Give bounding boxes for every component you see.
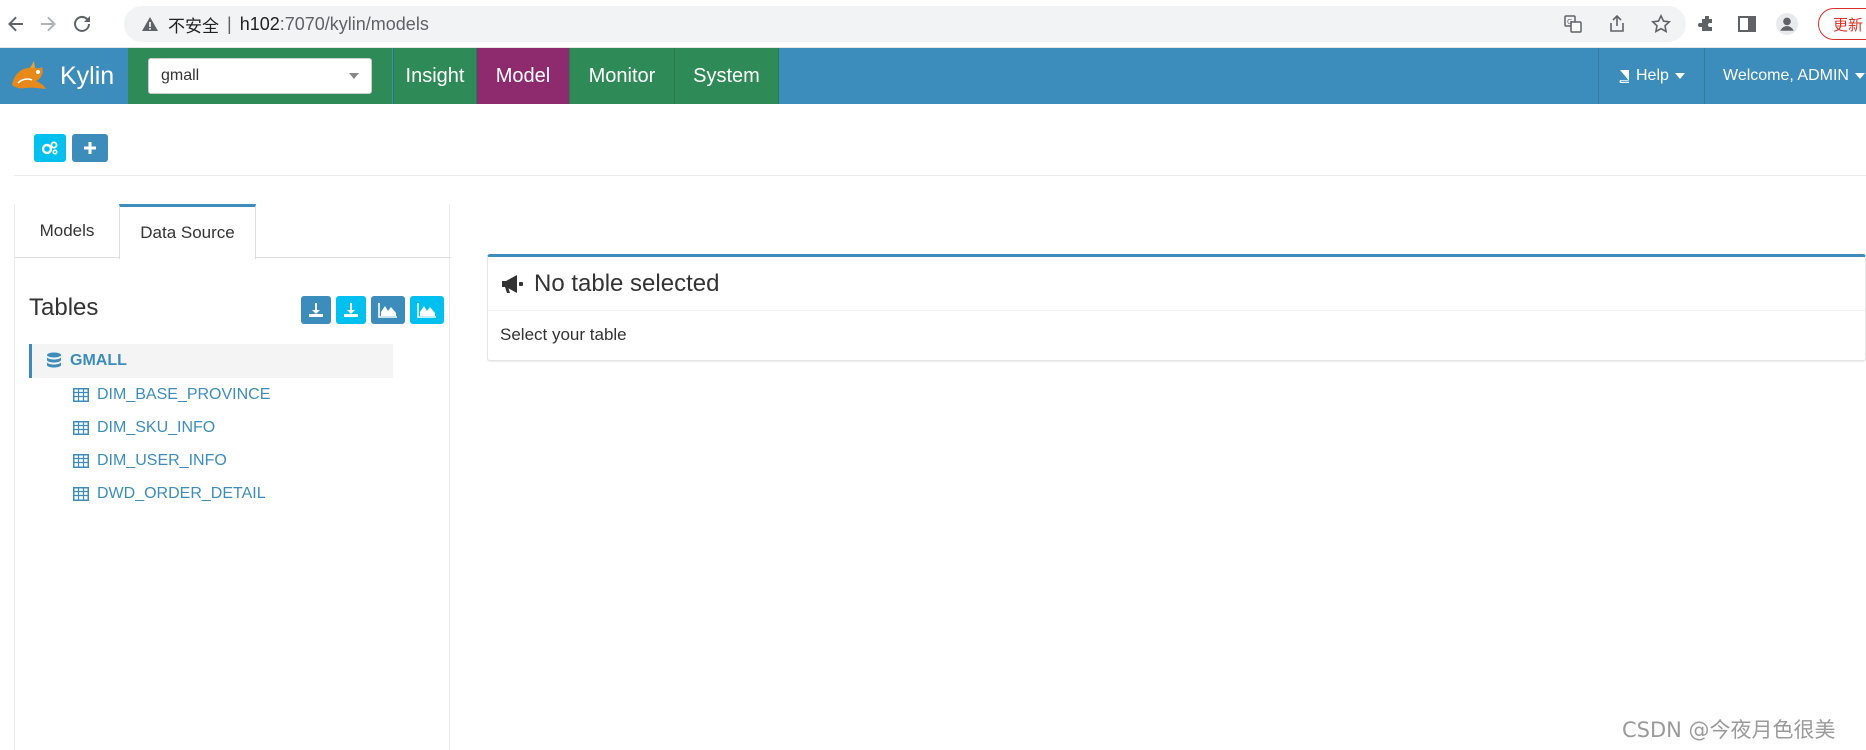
welcome-label: Welcome, ADMIN bbox=[1723, 67, 1849, 84]
table-icon bbox=[73, 486, 89, 501]
add-button[interactable] bbox=[72, 134, 108, 162]
tab-data-source[interactable]: Data Source bbox=[119, 204, 256, 259]
menu-model[interactable]: Model bbox=[476, 48, 569, 104]
translate-icon[interactable]: G bbox=[1562, 13, 1584, 35]
gears-icon bbox=[41, 141, 58, 155]
warning-icon[interactable] bbox=[140, 14, 160, 34]
bookmark-star-icon[interactable] bbox=[1650, 13, 1672, 35]
share-icon[interactable] bbox=[1606, 13, 1628, 35]
download-icon bbox=[309, 303, 323, 317]
table-icon bbox=[73, 420, 89, 435]
info-title: No table selected bbox=[534, 269, 720, 297]
table-icon bbox=[73, 453, 89, 468]
info-header: No table selected bbox=[488, 257, 1865, 311]
table-name: DIM_SKU_INFO bbox=[97, 418, 216, 436]
chevron-down-icon bbox=[1674, 73, 1685, 79]
brand[interactable]: Kylin bbox=[0, 48, 128, 104]
project-select[interactable]: gmall bbox=[148, 58, 372, 94]
side-panel-icon[interactable] bbox=[1736, 13, 1758, 35]
project-select-value: gmall bbox=[161, 67, 200, 84]
profile-avatar-icon[interactable] bbox=[1776, 13, 1798, 35]
watermark: CSDN @今夜月色很美 bbox=[1622, 718, 1836, 742]
table-row[interactable]: DIM_BASE_PROVINCE bbox=[29, 378, 393, 411]
browser-toolbar: 不安全 | h102:7070/kylin/models G 更新 bbox=[0, 0, 1866, 48]
table-name: DIM_USER_INFO bbox=[97, 451, 227, 469]
url-separator: | bbox=[227, 13, 232, 34]
extensions-icon[interactable] bbox=[1696, 13, 1718, 35]
info-body: Select your table bbox=[500, 325, 627, 344]
help-label: Help bbox=[1636, 67, 1669, 84]
database-name: GMALL bbox=[70, 352, 127, 369]
project-area: gmall bbox=[128, 48, 392, 104]
manage-button[interactable] bbox=[34, 134, 66, 162]
area-chart-icon bbox=[378, 303, 397, 318]
table-icon bbox=[73, 387, 89, 402]
update-button[interactable]: 更新 bbox=[1818, 8, 1866, 40]
table-name: DIM_BASE_PROVINCE bbox=[97, 385, 271, 403]
table-name: DWD_ORDER_DETAIL bbox=[97, 484, 266, 502]
database-node[interactable]: GMALL bbox=[29, 344, 393, 378]
menu-monitor[interactable]: Monitor bbox=[569, 48, 674, 104]
area-chart-icon bbox=[417, 303, 436, 318]
download-icon bbox=[344, 303, 358, 317]
insecure-label: 不安全 bbox=[168, 16, 219, 37]
forward-icon[interactable] bbox=[34, 10, 62, 38]
load-table-button[interactable] bbox=[301, 296, 331, 324]
chevron-down-icon bbox=[1854, 73, 1865, 79]
load-kafka-button[interactable] bbox=[410, 296, 444, 324]
kylin-logo-icon bbox=[12, 61, 46, 89]
top-navbar: Kylin gmall Insight Model Monitor System… bbox=[0, 48, 1866, 104]
tab-models[interactable]: Models bbox=[15, 204, 119, 258]
table-row[interactable]: DIM_SKU_INFO bbox=[29, 411, 393, 444]
url-host: h102 bbox=[239, 13, 280, 34]
table-info-box: No table selected Select your table bbox=[487, 254, 1866, 361]
svg-text:G: G bbox=[1567, 18, 1572, 26]
model-toolbar bbox=[14, 104, 1866, 176]
nav-right: Help Welcome, ADMIN bbox=[1598, 48, 1866, 104]
table-row[interactable]: DWD_ORDER_DETAIL bbox=[29, 477, 393, 510]
reload-icon[interactable] bbox=[68, 10, 96, 38]
table-row[interactable]: DIM_USER_INFO bbox=[29, 444, 393, 477]
plus-icon bbox=[84, 142, 96, 154]
main-menu: Insight Model Monitor System bbox=[393, 48, 779, 104]
address-bar[interactable]: 不安全 | h102:7070/kylin/models G bbox=[124, 6, 1686, 42]
bullhorn-icon bbox=[502, 274, 523, 293]
help-menu[interactable]: Help bbox=[1598, 48, 1704, 104]
load-streaming-button[interactable] bbox=[371, 296, 405, 324]
tab-bar: Models Data Source bbox=[15, 204, 451, 259]
menu-insight[interactable]: Insight bbox=[393, 48, 476, 104]
user-menu[interactable]: Welcome, ADMIN bbox=[1704, 48, 1866, 104]
brand-name: Kylin bbox=[60, 61, 115, 90]
url-path: :7070/kylin/models bbox=[279, 13, 429, 34]
left-panel: Models Data Source Tables GMALL DIM_BASE… bbox=[14, 204, 451, 750]
book-icon bbox=[1619, 70, 1629, 83]
load-table-tree-button[interactable] bbox=[336, 296, 366, 324]
menu-system[interactable]: System bbox=[674, 48, 779, 104]
table-tree: GMALL DIM_BASE_PROVINCE DIM_SKU_INFO DIM… bbox=[29, 344, 393, 510]
chevron-down-icon bbox=[349, 73, 359, 79]
tables-actions bbox=[301, 296, 444, 324]
back-icon[interactable] bbox=[2, 10, 30, 38]
database-icon bbox=[47, 352, 61, 368]
tables-title: Tables bbox=[29, 294, 99, 321]
